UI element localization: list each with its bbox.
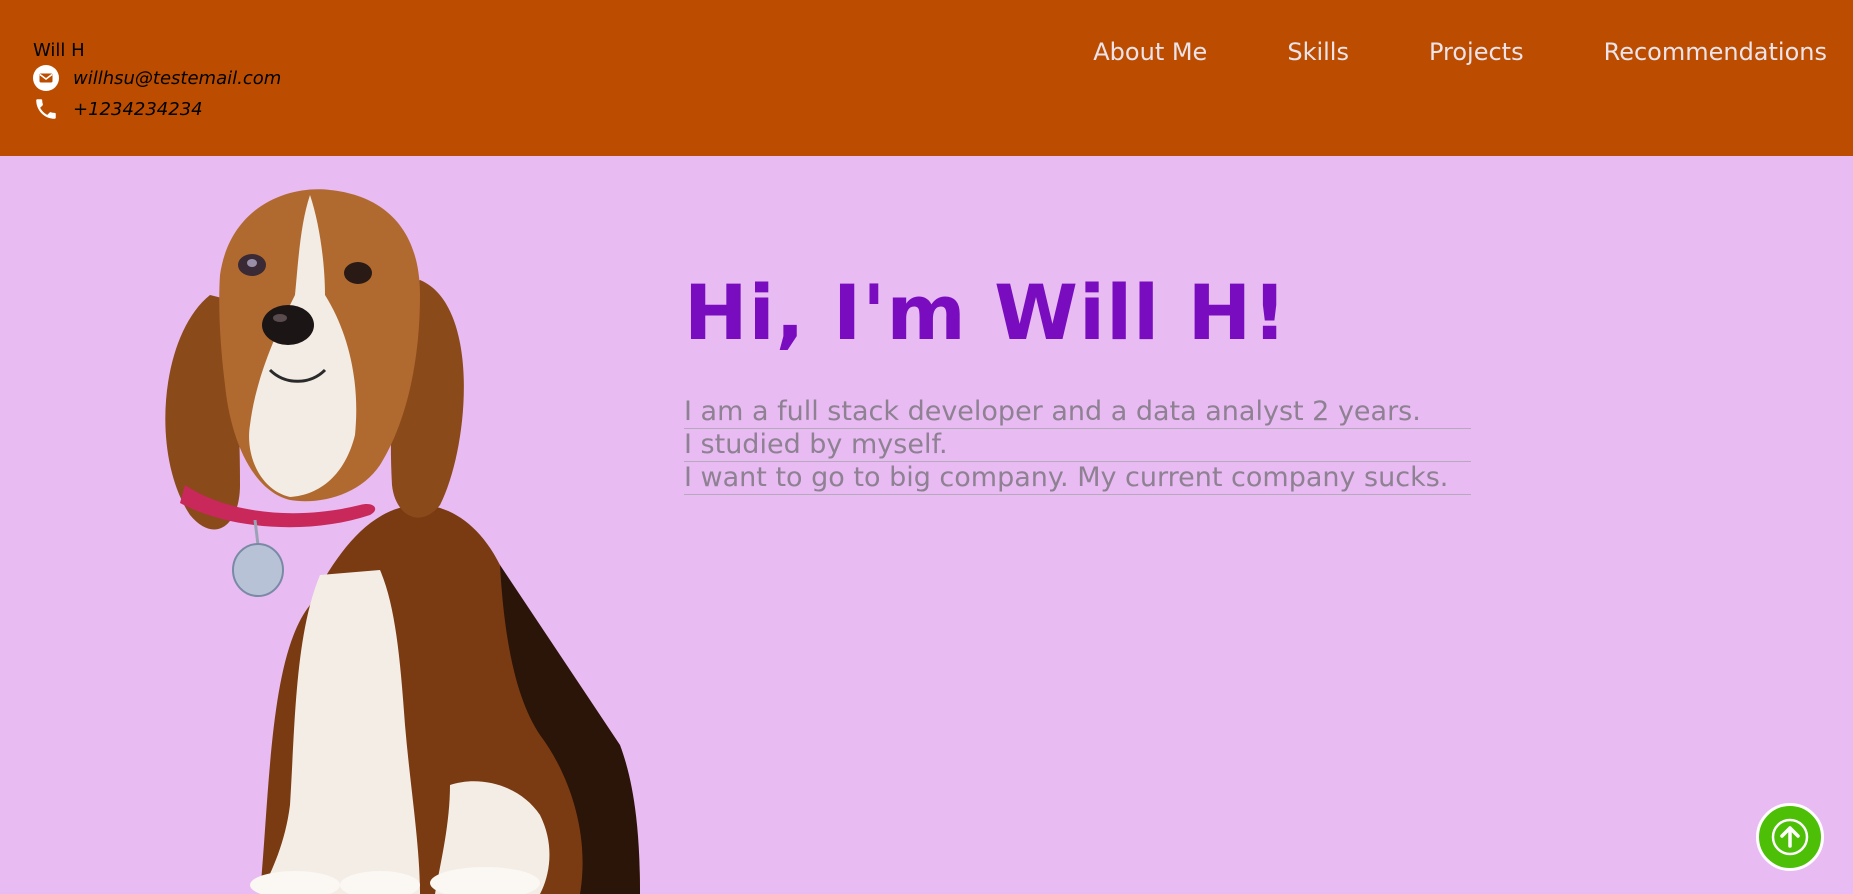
nav-item-skills[interactable]: Skills — [1287, 38, 1349, 66]
nav-item-recommendations[interactable]: Recommendations — [1604, 38, 1827, 66]
main-nav: About Me Skills Projects Recommendations — [1093, 38, 1827, 66]
email-contact: willhsu@testemail.com — [33, 64, 281, 92]
nav-item-about-me[interactable]: About Me — [1093, 38, 1207, 66]
bio-text: I am a full stack developer and a data a… — [684, 396, 1471, 495]
phone-contact: +1234234234 — [33, 95, 203, 123]
scroll-to-top-button[interactable] — [1756, 803, 1824, 871]
bio-line: I studied by myself. — [684, 429, 1471, 462]
bio-line: I am a full stack developer and a data a… — [684, 396, 1471, 429]
bio-line: I want to go to big company. My current … — [684, 462, 1471, 495]
phone-icon — [33, 95, 63, 123]
beagle-image — [165, 189, 640, 894]
phone-link[interactable]: +1234234234 — [73, 99, 203, 120]
hero-title: Hi, I'm Will H! — [684, 268, 1288, 357]
brand-name: Will H — [33, 40, 85, 61]
email-icon — [33, 64, 63, 92]
site-header: Will H willhsu@testemail.com +1234234234… — [0, 0, 1853, 156]
email-link[interactable]: willhsu@testemail.com — [73, 68, 281, 89]
nav-item-projects[interactable]: Projects — [1429, 38, 1524, 66]
arrow-up-icon — [1771, 818, 1809, 856]
